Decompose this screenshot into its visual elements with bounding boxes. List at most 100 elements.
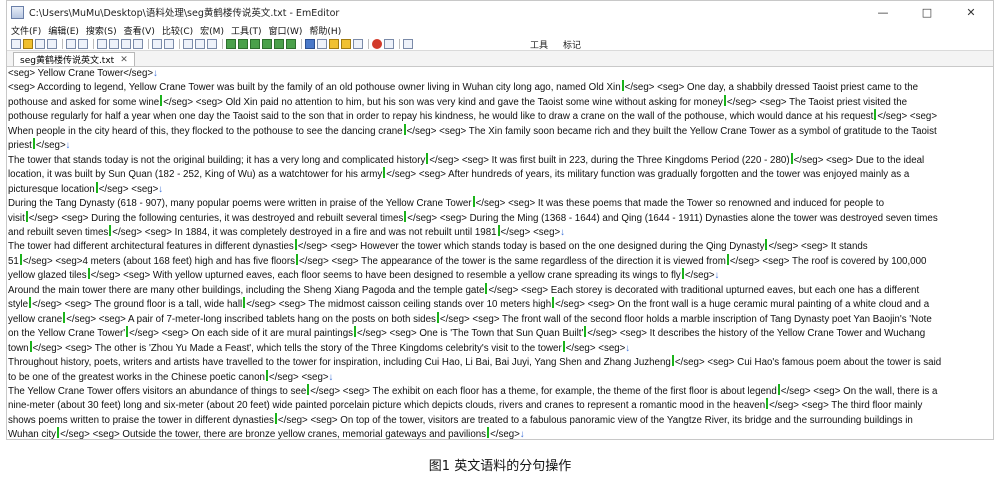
editor-text-segment: </seg> <seg> — [98, 183, 159, 195]
outline-icon[interactable] — [226, 38, 236, 49]
properties-icon[interactable] — [353, 38, 363, 49]
editor-line[interactable]: town </seg> <seg> The other is 'Zhou Yu M… — [8, 340, 980, 355]
segment-split-marker — [681, 268, 684, 280]
text-editor-area[interactable]: <seg> Yellow Crane Tower</seg>↓ <seg> Acc… — [8, 67, 980, 439]
close-button[interactable]: ✕ — [949, 1, 993, 23]
menu-file[interactable]: 文件(F) — [11, 24, 41, 37]
editor-line[interactable]: location, it was built by Sun Quan (182 … — [8, 167, 980, 181]
tab-document[interactable]: seg黄鹤楼传说英文.txt ✕ — [13, 52, 135, 66]
toolbar-separator — [301, 38, 302, 49]
editor-line[interactable]: When people in the city heard of this, t… — [8, 123, 980, 138]
segment-split-marker — [63, 311, 66, 323]
paste-icon[interactable] — [121, 38, 131, 49]
bookmark-icon[interactable] — [341, 38, 351, 49]
font-icon[interactable] — [305, 38, 315, 49]
editor-text-segment: and rebuilt seven times — [8, 226, 109, 238]
line-break-marker: ↓ — [625, 342, 631, 354]
undo-icon[interactable] — [152, 38, 162, 49]
segment-split-marker — [160, 94, 163, 106]
menu-window[interactable]: 窗口(W) — [269, 24, 303, 37]
find-icon[interactable] — [183, 38, 193, 49]
menu-edit[interactable]: 编辑(E) — [48, 24, 79, 37]
editor-line[interactable]: The tower had different architectural fe… — [8, 239, 980, 253]
editor-line[interactable]: nine-meter (about 30 feet) long and six-… — [8, 398, 980, 412]
editor-line[interactable]: pothouse and asked for some wine </seg> <… — [8, 94, 980, 109]
menu-search[interactable]: 搜索(S) — [86, 24, 117, 37]
editor-line[interactable]: Around the main tower there are many oth… — [8, 282, 980, 297]
editor-text-segment: </seg> <seg> The roof is covered by 100,… — [729, 255, 927, 267]
print-preview-icon[interactable] — [78, 38, 88, 49]
editor-line[interactable]: 51 </seg> <seg>4 meters (about 168 feet) … — [8, 253, 980, 268]
editor-line[interactable]: The Yellow Crane Tower offers visitors a… — [8, 383, 980, 398]
copy-icon[interactable] — [109, 38, 119, 49]
sort-icon[interactable] — [329, 38, 339, 49]
find-next-icon[interactable] — [195, 38, 205, 49]
menu-compare[interactable]: 比较(C) — [162, 24, 193, 37]
editor-text-segment: <seg> Yellow Crane Tower</seg> — [8, 68, 154, 79]
marks-icon[interactable] — [274, 38, 284, 49]
minimize-button[interactable]: — — [861, 1, 905, 23]
editor-text-segment: on the Yellow Crane Tower' — [8, 328, 126, 340]
editor-line[interactable]: <seg> Yellow Crane Tower</seg>↓ — [8, 67, 980, 80]
tools-toolbar-label[interactable]: 工具 — [530, 38, 548, 51]
editor-line[interactable]: The tower that stands today is not the o… — [8, 152, 980, 167]
run-macro-icon[interactable] — [384, 38, 394, 49]
delete-icon[interactable] — [133, 38, 143, 49]
editor-text-segment: </seg> <seg> — [565, 342, 626, 354]
emeditor-app-icon — [11, 5, 24, 19]
save-all-icon[interactable] — [47, 38, 57, 49]
title-bar[interactable]: C:\Users\MuMu\Desktop\语料处理\seg黄鹤楼传说英文.tx… — [7, 1, 993, 23]
editor-line[interactable]: <seg> According to legend, Yellow Crane … — [8, 80, 980, 94]
editor-line[interactable]: style </seg> <seg> The ground floor is a … — [8, 297, 980, 311]
segment-split-marker — [777, 383, 780, 395]
cut-icon[interactable] — [97, 38, 107, 49]
close-tab-icon[interactable]: ✕ — [120, 55, 128, 65]
editor-text-segment: </seg> <seg> One is 'The Town that Sun Q… — [357, 328, 584, 340]
editor-line[interactable]: visit </seg> <seg> During the following c… — [8, 210, 980, 225]
editor-line[interactable]: to be one of the greatest works in the C… — [8, 369, 980, 384]
menu-view[interactable]: 查看(V) — [124, 24, 155, 37]
toolbar: 工具 标记 — [7, 37, 993, 51]
editor-text-segment: priest — [8, 140, 32, 152]
editor-text-segment: </seg> <seg> With yellow upturned eaves,… — [90, 270, 681, 282]
line-break-marker: ↓ — [158, 183, 164, 195]
editor-line[interactable]: shows poems written to praise the tower … — [8, 412, 980, 427]
menu-macros[interactable]: 宏(M) — [200, 24, 224, 37]
open-folder-icon[interactable] — [23, 38, 33, 49]
print-icon[interactable] — [66, 38, 76, 49]
ruler-icon[interactable] — [262, 38, 272, 49]
replace-icon[interactable] — [207, 38, 217, 49]
segment-split-marker — [265, 369, 268, 381]
new-file-icon[interactable] — [11, 38, 21, 49]
tab-label: seg黄鹤楼传说英文.txt — [20, 56, 115, 66]
menu-tools[interactable]: 工具(T) — [231, 24, 262, 37]
editor-line[interactable]: pothouse regularly for half a year when … — [8, 109, 980, 123]
highlight-icon[interactable] — [286, 38, 296, 49]
menu-help[interactable]: 帮助(H) — [309, 24, 341, 37]
editor-line[interactable]: yellow glazed tiles </seg> <seg> With yel… — [8, 268, 980, 282]
line-break-marker: ↓ — [714, 270, 720, 282]
save-icon[interactable] — [35, 38, 45, 49]
editor-text-segment: </seg> <seg> The appearance of the tower… — [298, 255, 726, 267]
wrap-icon[interactable] — [250, 38, 260, 49]
plugin-icon[interactable] — [403, 38, 413, 49]
editor-line[interactable]: and rebuilt seven times </seg> <seg> In 1… — [8, 224, 980, 239]
editor-line[interactable]: During the Tang Dynasty (618 - 907), man… — [8, 196, 980, 210]
editor-line[interactable]: yellow crane </seg> <seg> A pair of 7-met… — [8, 311, 980, 326]
segment-split-marker — [404, 210, 407, 222]
editor-line[interactable]: on the Yellow Crane Tower' </seg> <seg> O… — [8, 326, 980, 340]
bookmarks-toolbar-label[interactable]: 标记 — [563, 38, 581, 51]
maximize-button[interactable]: □ — [905, 1, 949, 23]
editor-text-segment: </seg> — [684, 270, 715, 282]
redo-icon[interactable] — [164, 38, 174, 49]
toolbar-separator — [399, 38, 400, 49]
editor-line[interactable]: picturesque location </seg> <seg>↓ — [8, 181, 980, 196]
editor-line[interactable]: Throughout history, poets, writers and a… — [8, 355, 980, 369]
editor-line[interactable]: priest </seg>↓ — [8, 138, 980, 152]
segment-split-marker — [403, 123, 406, 135]
split-window-icon[interactable] — [238, 38, 248, 49]
record-macro-icon[interactable] — [372, 38, 382, 49]
segment-split-marker — [552, 297, 555, 309]
editor-line[interactable]: Wuhan city </seg> <seg> Outside the tower… — [8, 427, 980, 439]
config-icon[interactable] — [317, 38, 327, 49]
